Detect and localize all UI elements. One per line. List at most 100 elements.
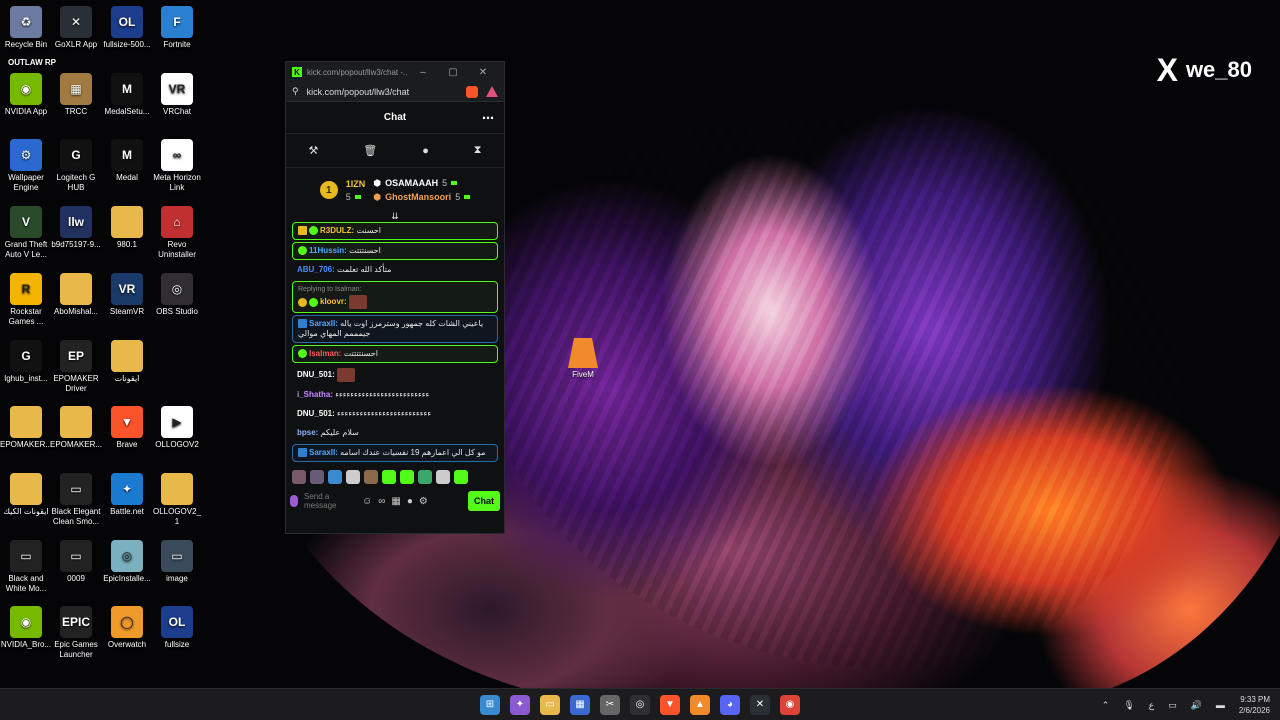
file-explorer-icon[interactable]: ▭ xyxy=(540,694,560,715)
close-icon[interactable]: ✕ xyxy=(468,67,498,78)
chat-username[interactable]: R3DULZ: xyxy=(320,226,354,235)
goxlr-icon[interactable]: ✕ xyxy=(750,694,770,715)
desktop-icon[interactable]: ▭ 0009 xyxy=(50,539,102,584)
desktop-icon[interactable]: ايقونات xyxy=(101,339,153,384)
discord-icon[interactable]: ◕ xyxy=(720,694,740,715)
desktop-icon[interactable]: ▶ OLLOGOV2 xyxy=(151,406,203,450)
chat-message[interactable]: bpse: سلام عليكم xyxy=(292,425,498,442)
site-settings-icon[interactable]: ⚲ xyxy=(292,86,299,97)
maximize-icon[interactable]: ▢ xyxy=(438,67,468,78)
chat-username[interactable]: Isalman: xyxy=(309,349,341,358)
reply-context[interactable]: Replying to Isalman: xyxy=(298,285,492,295)
desktop-icon[interactable]: OL fullsize xyxy=(151,606,203,650)
kick-chat-window[interactable]: K kick.com/popout/llw3/chat -... – ▢ ✕ ⚲… xyxy=(285,61,505,534)
desktop-icon[interactable]: ايقونات الكيك xyxy=(0,472,52,517)
desktop-icon[interactable]: ⌂ Revo Uninstaller xyxy=(151,206,203,260)
desktop-icon[interactable]: ♻ Recycle Bin xyxy=(0,6,52,50)
chat-bubble-icon[interactable]: ● xyxy=(407,496,413,507)
language-indicator[interactable]: ع xyxy=(1149,700,1154,711)
desktop-icon[interactable]: llw b9d75197-9... xyxy=(50,206,102,250)
chat-message[interactable]: DNU_501: ءءءءءءءءءءءءءءءءءءءءءءءءء xyxy=(292,406,498,423)
desktop-icon[interactable]: OL fullsize-500... xyxy=(101,6,153,50)
desktop-icon[interactable]: M MedalSetu... xyxy=(101,72,153,117)
desktop-icon[interactable]: ▭ Black and White Mo... xyxy=(0,539,52,594)
obs-icon[interactable]: ◎ xyxy=(630,694,650,715)
desktop-icon[interactable]: F Fortnite xyxy=(151,6,203,50)
chrome-icon[interactable]: ◉ xyxy=(780,694,800,715)
emote-button[interactable] xyxy=(436,470,450,484)
chat-message[interactable]: Saraxll: ياعيني الشات كله جمهور وسترمرز … xyxy=(292,315,498,343)
gear-icon[interactable]: ⚙ xyxy=(419,496,428,507)
desktop-icon[interactable]: AboMishal... xyxy=(50,272,102,317)
chat-username[interactable]: 11Hussin: xyxy=(309,246,347,255)
desktop-icon[interactable]: ✦ Battle.net xyxy=(101,472,153,517)
desktop-icon[interactable]: ✕ GoXLR App xyxy=(50,6,102,50)
chat-message[interactable]: 11Hussin: احسنتتتت xyxy=(292,242,498,260)
leader-user[interactable]: 1IZN xyxy=(346,179,366,189)
desktop-icon[interactable]: EPIC Epic Games Launcher xyxy=(50,606,102,660)
store-icon[interactable]: ▦ xyxy=(570,694,590,715)
chat-message[interactable]: Saraxll: مو كل الي اعمارهم 19 نفسيات عند… xyxy=(292,444,498,462)
desktop-icon[interactable]: VR VRChat xyxy=(151,72,203,117)
desktop-icon[interactable]: EPOMAKER... xyxy=(0,406,52,450)
desktop-icon[interactable]: EPOMAKER... xyxy=(50,406,102,450)
chat-bubble-icon[interactable]: ● xyxy=(422,145,429,157)
brave-icon[interactable]: ▼ xyxy=(660,694,680,715)
chevron-up-icon[interactable]: ⌃ xyxy=(1102,700,1110,711)
chat-message[interactable]: Replying to Isalman: kloovr: xyxy=(292,281,498,313)
volume-icon[interactable]: 🔊 xyxy=(1191,700,1202,711)
chat-message[interactable]: R3DULZ: احسنت xyxy=(292,222,498,240)
mic-icon[interactable]: 🎙 xyxy=(1123,700,1134,711)
emote-button[interactable] xyxy=(400,470,414,484)
clock[interactable]: 9:33 PM 2/6/2026 xyxy=(1239,694,1270,716)
desktop-icon[interactable]: VR SteamVR xyxy=(101,272,153,317)
chat-username[interactable]: kloovr: xyxy=(320,297,347,306)
window-titlebar[interactable]: K kick.com/popout/llw3/chat -... – ▢ ✕ xyxy=(286,62,504,82)
store-icon[interactable]: ▦ xyxy=(391,496,400,507)
desktop-icon[interactable]: 980.1 xyxy=(101,206,153,250)
chat-input[interactable]: Send a message xyxy=(304,492,356,510)
collapse-pinned-icon[interactable]: ⇊ xyxy=(286,212,504,221)
chat-message[interactable]: i_Shatha: ءءءءءءءءءءءءءءءءءءءءءءءءء xyxy=(292,387,498,404)
chat-username[interactable]: bpse: xyxy=(297,428,318,437)
url-text[interactable]: kick.com/popout/llw3/chat xyxy=(307,87,458,97)
desktop-icon[interactable]: ▭ Black Elegant Clean Smo... xyxy=(50,472,102,527)
mic-icon[interactable] xyxy=(290,495,298,507)
brave-rewards-icon[interactable] xyxy=(486,86,498,97)
hammer-icon[interactable]: ⚒ xyxy=(308,144,318,157)
emote-button[interactable] xyxy=(328,470,342,484)
chat-username[interactable]: Saraxll: xyxy=(309,319,338,328)
desktop-icon-fivem[interactable]: FiveM xyxy=(566,338,600,379)
emote-button[interactable] xyxy=(346,470,360,484)
desktop-icon[interactable]: ∞ Meta Horizon Link xyxy=(151,139,203,193)
emote-button[interactable] xyxy=(454,470,468,484)
chat-message[interactable]: ABU_706: متأكد الله تعلمت xyxy=(292,262,498,279)
chat-username[interactable]: DNU_501: xyxy=(297,409,335,418)
hourglass-icon[interactable]: ⧗ xyxy=(474,144,482,157)
chat-username[interactable]: DNU_501: xyxy=(297,370,335,379)
desktop-icon[interactable]: V Grand Theft Auto V Le... xyxy=(0,206,52,260)
desktop-icon[interactable]: G Logitech G HUB xyxy=(50,139,102,193)
desktop-icon[interactable]: ◉ NVIDIA App xyxy=(0,72,52,117)
desktop-icon[interactable]: OLLOGOV2_1 xyxy=(151,472,203,527)
desktop-icon[interactable]: R Rockstar Games ... xyxy=(0,272,52,327)
desktop-icon[interactable]: ▼ Brave xyxy=(101,406,153,450)
emote-button[interactable] xyxy=(364,470,378,484)
desktop-icon[interactable]: ◉ NVIDIA_Bro... xyxy=(0,606,52,650)
desktop-icon[interactable]: ◎ OBS Studio xyxy=(151,272,203,317)
chat-message[interactable]: DNU_501: xyxy=(292,365,498,385)
leader-user[interactable]: GhostMansoori xyxy=(385,192,451,202)
fivem-icon[interactable]: ▲ xyxy=(690,694,710,715)
copilot-icon[interactable]: ✦ xyxy=(510,694,530,715)
minimize-icon[interactable]: – xyxy=(408,67,438,78)
desktop-icon[interactable]: ▦ TRCC xyxy=(50,72,102,117)
desktop-icon[interactable]: Glghub_inst... xyxy=(0,339,52,384)
emote-button[interactable] xyxy=(310,470,324,484)
chat-username[interactable]: i_Shatha: xyxy=(297,390,333,399)
address-bar[interactable]: ⚲ kick.com/popout/llw3/chat xyxy=(286,82,504,102)
more-options-icon[interactable]: ⋯ xyxy=(482,111,494,125)
start-icon[interactable]: ⊞ xyxy=(480,694,500,715)
battery-icon[interactable]: ▬ xyxy=(1216,700,1225,710)
network-icon[interactable]: ▭ xyxy=(1168,700,1177,711)
desktop-icon[interactable]: ⚙ Wallpaper Engine xyxy=(0,139,52,193)
